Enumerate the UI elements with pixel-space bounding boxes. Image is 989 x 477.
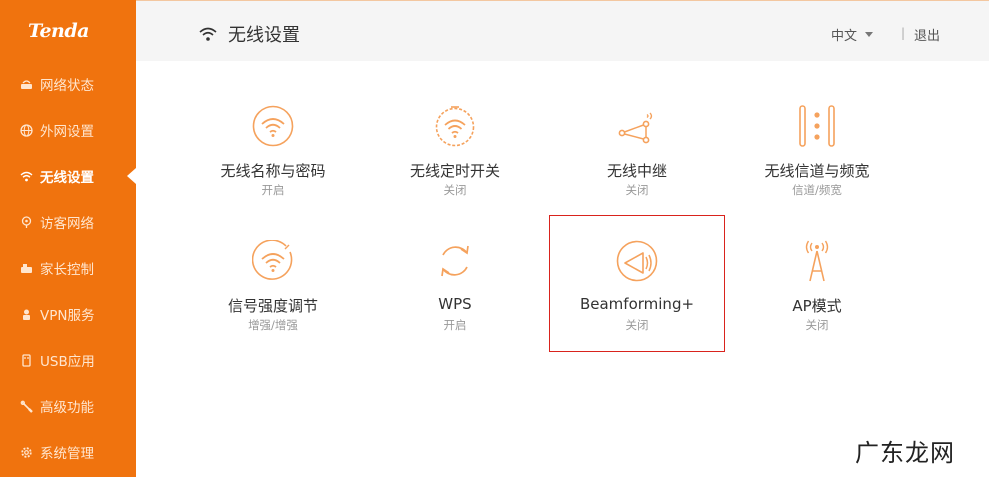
signal-strength-icon <box>251 239 294 282</box>
tile-status: 信道/频宽 <box>792 183 842 197</box>
sidebar-item-label: VPN服务 <box>40 308 95 324</box>
watermark-text: 广东龙网 <box>855 439 955 467</box>
tile-channel-bandwidth[interactable]: 无线信道与频宽 信道/频宽 <box>729 105 905 241</box>
brand-logo: Tenda <box>28 20 89 42</box>
sidebar-item-usb-app[interactable]: USB应用 <box>0 337 136 383</box>
page-title-text: 无线设置 <box>228 25 300 46</box>
channel-icon <box>796 105 838 147</box>
tile-beamforming[interactable]: Beamforming+ 关闭 <box>549 240 725 376</box>
gear-icon <box>20 446 33 459</box>
tile-name: 无线名称与密码 <box>220 162 326 180</box>
beamforming-icon <box>616 240 658 282</box>
sidebar-item-advanced[interactable]: 高级功能 <box>0 383 136 429</box>
router-icon <box>20 78 33 91</box>
sidebar-item-label: 家长控制 <box>40 262 94 278</box>
sidebar-item-label: 系统管理 <box>40 446 94 462</box>
sidebar-nav: 网络状态 外网设置 无线设置 访客网络 家长控制 VPN服务 USB应用 高级功… <box>0 61 136 475</box>
tile-status: 关闭 <box>443 183 467 197</box>
sidebar-item-guest-network[interactable]: 访客网络 <box>0 199 136 245</box>
ap-antenna-icon <box>796 240 838 282</box>
tile-name: WPS <box>438 295 472 313</box>
tile-status: 关闭 <box>625 183 649 197</box>
sidebar-item-label: 访客网络 <box>40 216 94 232</box>
header-bar: 无线设置 中文 | 退出 <box>136 0 989 61</box>
language-value: 中文 <box>831 29 858 44</box>
guest-icon <box>20 215 33 229</box>
wifi-timer-icon <box>434 105 476 147</box>
logout-link[interactable]: 退出 <box>914 25 940 44</box>
sidebar-item-vpn-service[interactable]: VPN服务 <box>0 291 136 337</box>
language-select[interactable]: 中文 <box>831 25 874 44</box>
tile-status: 开启 <box>443 318 467 332</box>
sidebar-item-wan-settings[interactable]: 外网设置 <box>0 107 136 153</box>
tile-wps[interactable]: WPS 开启 <box>367 240 543 376</box>
tile-wireless-timer[interactable]: 无线定时开关 关闭 <box>367 105 543 241</box>
sidebar-item-parental-control[interactable]: 家长控制 <box>0 245 136 291</box>
tile-signal-strength[interactable]: 信号强度调节 增强/增强 <box>185 239 361 376</box>
globe-icon <box>20 123 33 137</box>
sidebar-item-label: 网络状态 <box>40 78 94 94</box>
sidebar-item-label: USB应用 <box>40 354 95 370</box>
tile-status: 关闭 <box>625 318 649 332</box>
tile-wireless-repeater[interactable]: 无线中继 关闭 <box>549 105 725 241</box>
tile-wireless-name-password[interactable]: 无线名称与密码 开启 <box>185 105 361 241</box>
wifi-circle-icon <box>252 105 294 147</box>
sidebar-item-label: 无线设置 <box>40 170 94 186</box>
tile-status: 开启 <box>261 183 285 197</box>
repeater-icon <box>616 105 658 147</box>
vpn-icon <box>20 308 33 321</box>
sidebar-item-label: 高级功能 <box>40 400 94 416</box>
parental-icon <box>20 262 33 275</box>
tile-ap-mode[interactable]: AP模式 关闭 <box>729 240 905 376</box>
chevron-down-icon <box>865 32 874 37</box>
usb-icon <box>20 353 33 367</box>
sidebar: Tenda 网络状态 外网设置 无线设置 访客网络 家长控制 VPN服务 USB… <box>0 0 136 477</box>
tools-icon <box>20 400 33 413</box>
sidebar-item-network-status[interactable]: 网络状态 <box>0 61 136 107</box>
wifi-icon <box>199 27 217 41</box>
wifi-icon <box>20 170 33 183</box>
tile-name: 无线信道与频宽 <box>764 162 870 180</box>
tile-name: AP模式 <box>792 297 842 315</box>
sidebar-item-system-management[interactable]: 系统管理 <box>0 429 136 475</box>
header-separator: | <box>901 26 906 40</box>
page-title: 无线设置 <box>198 21 300 47</box>
sidebar-item-label: 外网设置 <box>40 124 94 140</box>
tile-name: Beamforming+ <box>579 295 695 313</box>
tile-status: 关闭 <box>805 318 829 332</box>
tile-name: 无线中继 <box>606 162 667 180</box>
tile-name: 无线定时开关 <box>409 162 500 180</box>
sidebar-item-wireless-settings[interactable]: 无线设置 <box>0 153 136 199</box>
tile-status: 增强/增强 <box>248 318 298 332</box>
wps-icon <box>434 240 476 282</box>
tile-name: 信号强度调节 <box>227 297 318 315</box>
